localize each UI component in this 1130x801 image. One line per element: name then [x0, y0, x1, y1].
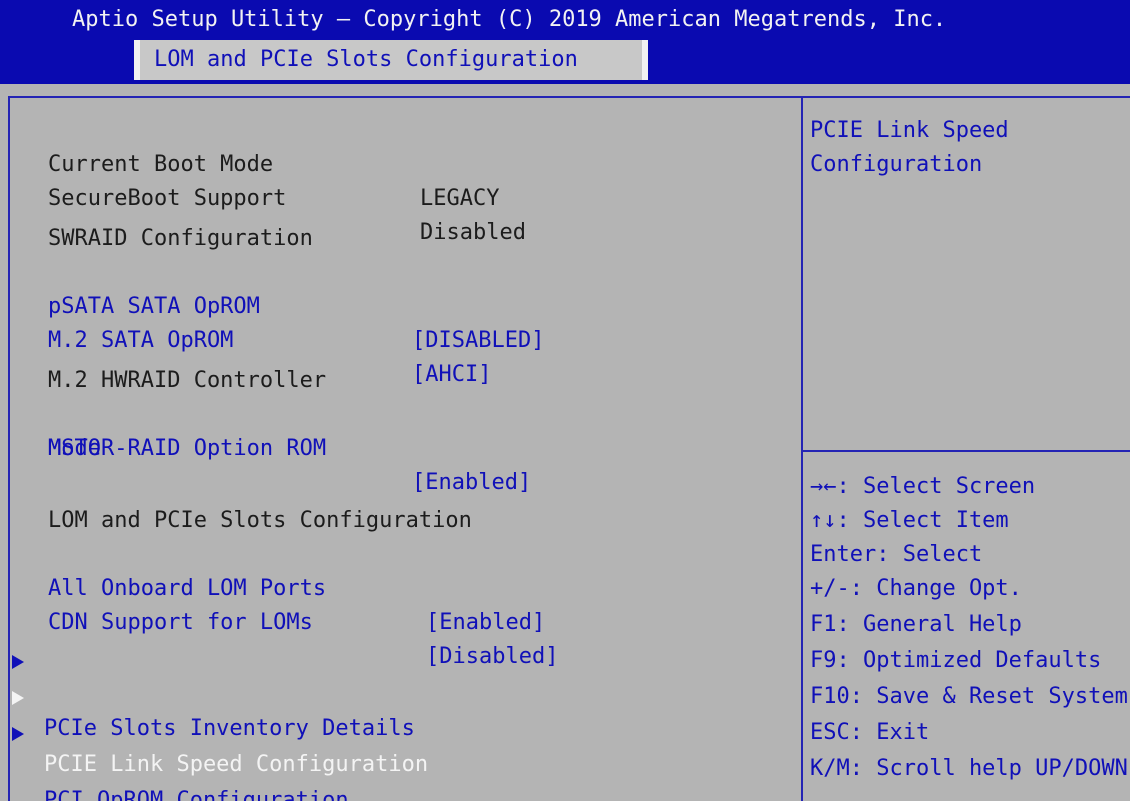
help-description-line1: PCIE Link Speed — [810, 118, 1009, 143]
tab-lom-pcie-slots[interactable]: LOM and PCIe Slots Configuration — [134, 40, 648, 80]
help-divider-horizontal — [803, 450, 1130, 452]
current-boot-mode-value: LEGACY — [420, 186, 500, 211]
app-title: Aptio Setup Utility – Copyright (C) 2019… — [72, 7, 947, 32]
submenu-pcie-slots-inventory[interactable]: PCIe Slots Inventory Details — [0, 644, 790, 741]
lom-heading: LOM and PCIe Slots Configuration — [48, 508, 472, 533]
cdn-support-label: CDN Support for LOMs — [48, 610, 313, 635]
title-bar: Aptio Setup Utility – Copyright (C) 2019… — [0, 0, 1130, 84]
submenu-arrow-icon — [12, 655, 24, 669]
key-help-exit: ESC: Exit — [810, 720, 930, 745]
panel-divider-vertical — [801, 96, 803, 801]
mstor-raid-label-cont: Mode — [48, 436, 101, 461]
tab-label: LOM and PCIe Slots Configuration — [154, 47, 578, 72]
key-help-scroll: K/M: Scroll help UP/DOWN — [810, 756, 1128, 781]
secureboot-support-label: SecureBoot Support — [48, 186, 287, 211]
submenu-pci-oprom[interactable]: PCI OpROM Configuration — [0, 716, 790, 801]
submenu-arrow-icon — [12, 691, 24, 705]
key-help-save-reset: F10: Save & Reset System — [810, 684, 1128, 709]
key-help-select-screen: →←: Select Screen — [810, 474, 1036, 499]
key-help-change-opt: +/-: Change Opt. — [810, 576, 1022, 601]
psata-opron-label: pSATA SATA OpROM — [48, 294, 260, 319]
submenu-label: PCIE Link Speed Configuration — [44, 752, 429, 777]
key-help-select-item: ↑↓: Select Item — [810, 508, 1009, 533]
key-help-general-help: F1: General Help — [810, 612, 1022, 637]
help-description-line2: Configuration — [810, 152, 983, 177]
m2-sata-opron-value[interactable]: [AHCI] — [412, 358, 491, 392]
onboard-lom-ports-value[interactable]: [Enabled] — [426, 606, 545, 640]
m2-sata-opron-label: M.2 SATA OpROM — [48, 328, 234, 353]
secureboot-support-value: Disabled — [420, 220, 526, 245]
swraid-heading: SWRAID Configuration — [48, 226, 313, 251]
current-boot-mode-label: Current Boot Mode — [48, 152, 274, 177]
submenu-label: PCI OpROM Configuration — [44, 788, 349, 801]
onboard-lom-ports-label: All Onboard LOM Ports — [48, 576, 327, 601]
hwraid-heading: M.2 HWRAID Controller — [48, 368, 327, 393]
key-help-enter: Enter: Select — [810, 542, 983, 567]
mstor-raid-value[interactable]: [Enabled] — [412, 466, 531, 500]
submenu-pcie-link-speed[interactable]: PCIE Link Speed Configuration — [0, 680, 790, 777]
key-help-optimized-defaults: F9: Optimized Defaults — [810, 648, 1102, 673]
psata-opron-value[interactable]: [DISABLED] — [412, 324, 544, 358]
submenu-arrow-icon — [12, 727, 24, 741]
